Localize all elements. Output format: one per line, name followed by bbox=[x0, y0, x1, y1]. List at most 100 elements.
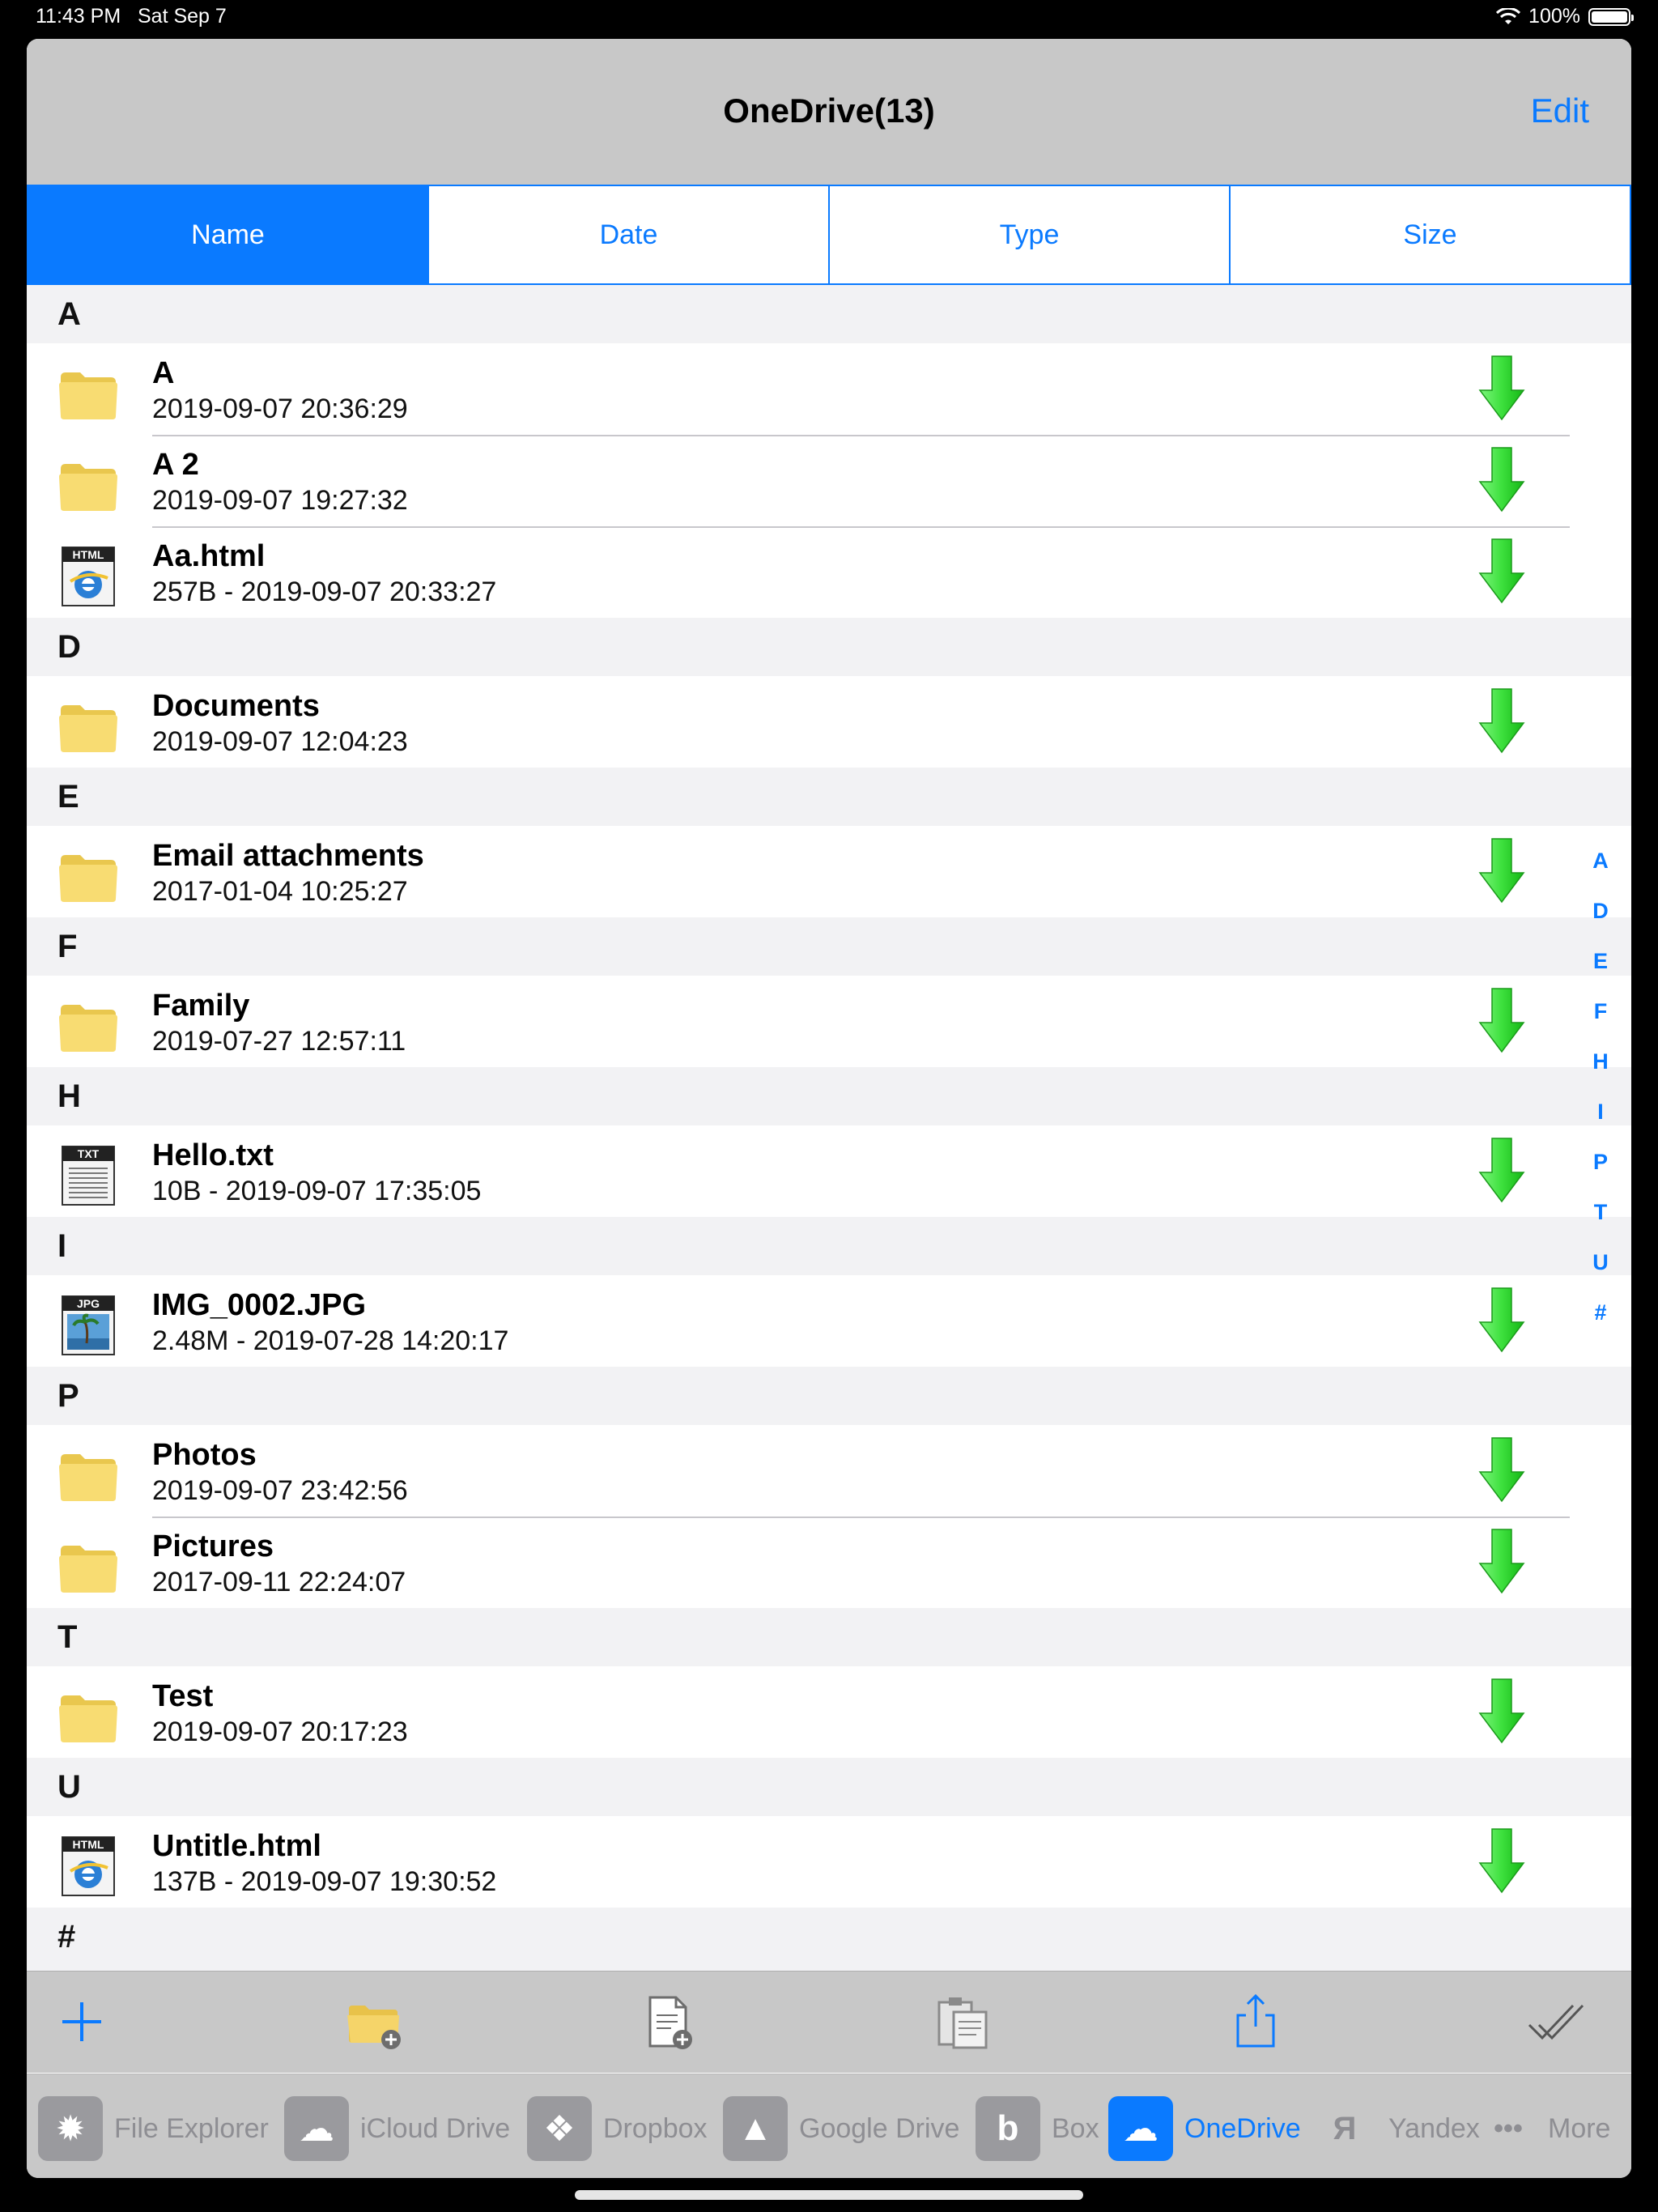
icloud-icon: ☁ bbox=[284, 2096, 349, 2161]
list-item[interactable]: Family 2019-07-27 12:57:11 bbox=[27, 976, 1631, 1067]
txt-file-icon: TXT bbox=[62, 1146, 115, 1206]
download-arrow-icon[interactable] bbox=[1478, 446, 1525, 513]
status-bar: 11:43 PM Sat Sep 7 100% bbox=[0, 0, 1658, 36]
item-details: 2.48M - 2019-07-28 14:20:17 bbox=[152, 1325, 509, 1356]
download-arrow-icon[interactable] bbox=[1478, 1436, 1525, 1503]
new-file-icon[interactable] bbox=[637, 1991, 699, 2052]
status-date: Sat Sep 7 bbox=[138, 5, 227, 28]
tab-label: Box bbox=[1052, 2112, 1099, 2144]
plus-icon[interactable] bbox=[51, 1991, 113, 2052]
download-arrow-icon[interactable] bbox=[1478, 987, 1525, 1053]
list-item[interactable]: Email attachments 2017-01-04 10:25:27 bbox=[27, 826, 1631, 917]
index-letter[interactable]: F bbox=[1584, 999, 1617, 1049]
section-header: D bbox=[27, 618, 1631, 676]
list-item[interactable]: A 2019-09-07 20:36:29 bbox=[27, 343, 1631, 435]
download-arrow-icon[interactable] bbox=[1478, 1137, 1525, 1203]
file-list[interactable]: A A 2019-09-07 20:36:29 A 2 2019-09-07 19:27… bbox=[27, 285, 1631, 2010]
svg-text:HTML: HTML bbox=[73, 1838, 104, 1851]
sort-tab-date[interactable]: Date bbox=[427, 186, 828, 283]
list-item[interactable]: HTML Aa.html 257B - 2019-09-07 20:33:27 bbox=[27, 526, 1631, 618]
download-arrow-icon[interactable] bbox=[1478, 1528, 1525, 1594]
box-icon: b bbox=[976, 2096, 1040, 2161]
folder-icon bbox=[59, 1005, 117, 1052]
list-item[interactable]: A 2 2019-09-07 19:27:32 bbox=[27, 435, 1631, 526]
sort-tab-type[interactable]: Type bbox=[828, 186, 1229, 283]
share-icon[interactable] bbox=[1225, 1991, 1286, 2052]
item-details: 2017-01-04 10:25:27 bbox=[152, 876, 408, 907]
item-details: 257B - 2019-09-07 20:33:27 bbox=[152, 576, 497, 607]
index-letter[interactable]: H bbox=[1584, 1049, 1617, 1100]
download-arrow-icon[interactable] bbox=[1478, 355, 1525, 421]
item-details: 2019-09-07 20:36:29 bbox=[152, 393, 408, 424]
tab-label: More bbox=[1548, 2112, 1611, 2144]
svg-text:HTML: HTML bbox=[73, 548, 104, 561]
list-item[interactable]: TXT Hello.txt 10B - 2019-09-07 17:35:05 bbox=[27, 1125, 1631, 1217]
paste-icon[interactable] bbox=[931, 1991, 993, 2052]
more-icon: ••• bbox=[1494, 2112, 1523, 2144]
section-header: P bbox=[27, 1367, 1631, 1425]
download-arrow-icon[interactable] bbox=[1478, 687, 1525, 754]
section-rows: Documents 2019-09-07 12:04:23 bbox=[27, 676, 1631, 768]
index-letter[interactable]: I bbox=[1584, 1100, 1617, 1150]
folder-icon bbox=[59, 372, 117, 419]
index-letter[interactable]: P bbox=[1584, 1150, 1617, 1200]
list-item[interactable]: Pictures 2017-09-11 22:24:07 bbox=[27, 1516, 1631, 1608]
tab-icloud-drive[interactable]: ☁ iCloud Drive bbox=[284, 2092, 510, 2165]
section-rows: Test 2019-09-07 20:17:23 bbox=[27, 1666, 1631, 1758]
item-details: 137B - 2019-09-07 19:30:52 bbox=[152, 1866, 497, 1897]
item-details: 2017-09-11 22:24:07 bbox=[152, 1567, 406, 1597]
download-arrow-icon[interactable] bbox=[1478, 837, 1525, 904]
yandex-icon: Я bbox=[1333, 2110, 1357, 2146]
section-header: T bbox=[27, 1608, 1631, 1666]
section-rows: JPG IMG_0002.JPG 2.48M - 2019-07-28 14:20:… bbox=[27, 1275, 1631, 1367]
nav-bar: OneDrive(13) Edit bbox=[27, 39, 1631, 185]
file-explorer-icon: ✹ bbox=[38, 2096, 103, 2161]
google-drive-icon: ▲ bbox=[723, 2096, 788, 2161]
download-arrow-icon[interactable] bbox=[1478, 1678, 1525, 1744]
index-letter[interactable]: E bbox=[1584, 949, 1617, 999]
item-name: IMG_0002.JPG bbox=[152, 1288, 367, 1322]
item-name: Email attachments bbox=[152, 839, 424, 873]
battery-percent: 100% bbox=[1528, 5, 1580, 28]
edit-button[interactable]: Edit bbox=[1531, 91, 1589, 130]
index-letter[interactable]: U bbox=[1584, 1250, 1617, 1300]
tab-more[interactable]: ••• More bbox=[1480, 2092, 1610, 2165]
section-header: E bbox=[27, 768, 1631, 826]
list-item[interactable]: JPG IMG_0002.JPG 2.48M - 2019-07-28 14:20:… bbox=[27, 1275, 1631, 1367]
app-window: OneDrive(13) Edit Name Date Type Size A A 201… bbox=[27, 39, 1631, 2178]
item-name: Pictures bbox=[152, 1529, 274, 1563]
index-letter[interactable]: T bbox=[1584, 1200, 1617, 1250]
item-details: 10B - 2019-09-07 17:35:05 bbox=[152, 1176, 482, 1206]
sort-tab-size[interactable]: Size bbox=[1229, 186, 1630, 283]
select-all-icon[interactable] bbox=[1524, 1991, 1586, 2052]
sort-tab-name[interactable]: Name bbox=[28, 186, 427, 283]
list-item[interactable]: Test 2019-09-07 20:17:23 bbox=[27, 1666, 1631, 1758]
svg-text:JPG: JPG bbox=[77, 1297, 100, 1310]
index-letter[interactable]: D bbox=[1584, 899, 1617, 949]
tab-box[interactable]: b Box bbox=[976, 2092, 1099, 2165]
tab-yandex[interactable]: Я Yandex bbox=[1312, 2092, 1480, 2165]
download-arrow-icon[interactable] bbox=[1478, 538, 1525, 604]
download-arrow-icon[interactable] bbox=[1478, 1287, 1525, 1353]
new-folder-icon[interactable] bbox=[344, 1991, 406, 2052]
tab-google-drive[interactable]: ▲ Google Drive bbox=[723, 2092, 959, 2165]
section-header: A bbox=[27, 285, 1631, 343]
tab-label: iCloud Drive bbox=[360, 2112, 511, 2144]
list-item[interactable]: Photos 2019-09-07 23:42:56 bbox=[27, 1425, 1631, 1516]
list-item[interactable]: HTML Untitle.html 137B - 2019-09-07 19:30:… bbox=[27, 1816, 1631, 1908]
list-item[interactable]: Documents 2019-09-07 12:04:23 bbox=[27, 676, 1631, 768]
tab-dropbox[interactable]: ❖ Dropbox bbox=[527, 2092, 708, 2165]
tab-onedrive[interactable]: ☁ OneDrive bbox=[1108, 2092, 1301, 2165]
index-letter[interactable]: A bbox=[1584, 849, 1617, 899]
tab-file-explorer[interactable]: ✹ File Explorer bbox=[38, 2092, 269, 2165]
tab-label: OneDrive bbox=[1184, 2112, 1301, 2144]
section-header: U bbox=[27, 1758, 1631, 1816]
index-letter[interactable]: # bbox=[1584, 1300, 1617, 1351]
page-title: OneDrive(13) bbox=[723, 91, 935, 130]
jpg-file-icon: JPG bbox=[62, 1295, 115, 1355]
battery-icon bbox=[1588, 7, 1634, 26]
folder-icon bbox=[59, 705, 117, 752]
svg-text:TXT: TXT bbox=[78, 1147, 100, 1160]
item-name: Family bbox=[152, 989, 250, 1023]
download-arrow-icon[interactable] bbox=[1478, 1827, 1525, 1894]
